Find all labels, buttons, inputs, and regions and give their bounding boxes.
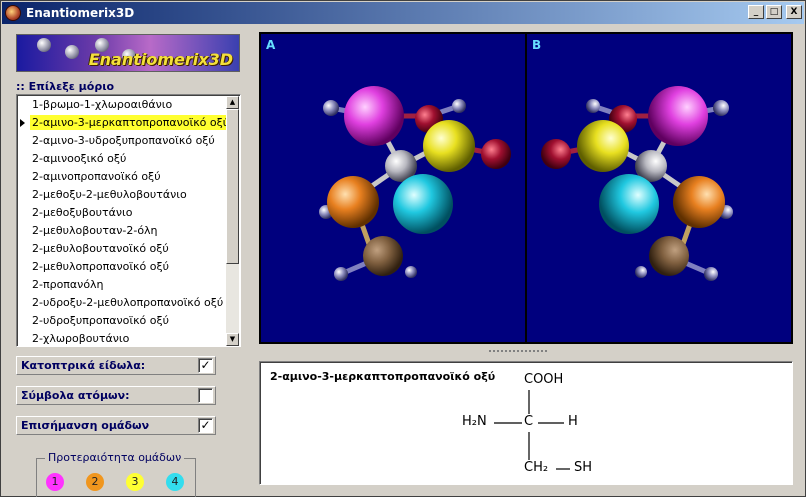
molecule-list-item-label: 2-αμινο-3-υδροξυπροπανοϊκό οξύ	[32, 134, 215, 147]
molecule-viewer: A B	[259, 32, 793, 344]
molecule-list-item[interactable]: 2-προπανόλη	[18, 276, 227, 294]
maximize-button[interactable]: □	[766, 5, 782, 19]
window-title: Enantiomerix3D	[26, 6, 135, 20]
molecule-list-item-label: 2-μεθυλοβουταν-2-όλη	[32, 224, 158, 237]
app-window: Enantiomerix3D _ □ X Enantiomerix3D :: Ε…	[0, 0, 806, 497]
molecule-list-item-label: 2-μεθυλοβουτανοϊκό οξύ	[32, 242, 169, 255]
molecule-b-3d	[541, 86, 733, 281]
molecule-list-item[interactable]: 2-μεθυλοβουτανοϊκό οξύ	[18, 240, 227, 258]
priority-group: Προτεραιότητα ομάδων 1 2 3 4	[36, 451, 196, 497]
molecule-a-3d	[319, 86, 511, 281]
list-scrollbar[interactable]: ▲ ▼	[226, 96, 239, 346]
molecule-list-item[interactable]: 2-αμινοοξικό οξύ	[18, 150, 227, 168]
priority-2-badge: 2	[86, 473, 104, 491]
formula-panel: 2-αμινο-3-μερκαπτοπροπανοϊκό οξύ COOH C …	[259, 361, 793, 485]
title-bar[interactable]: Enantiomerix3D _ □ X	[2, 2, 804, 24]
molecule-list-item[interactable]: 1-βρωμο-1-χλωροαιθάνιο	[18, 96, 227, 114]
window-controls: _ □ X	[748, 5, 802, 19]
atom-symbols-checkbox[interactable]	[198, 388, 213, 403]
structural-formula: COOH C H₂N H CH₂ SH	[460, 366, 620, 481]
highlight-groups-label: Επισήμανση ομάδων	[21, 419, 150, 432]
mirror-images-label: Κατοπτρικά είδωλα:	[21, 359, 146, 372]
priority-1-badge: 1	[46, 473, 64, 491]
molecule-list-item-label: 2-μεθοξυβουτάνιο	[32, 206, 133, 219]
logo-atom-icon	[65, 45, 79, 59]
molecule-list-item-label: 2-αμινο-3-μερκαπτοπροπανοϊκό οξύ	[30, 115, 227, 130]
molecule-list-items: 1-βρωμο-1-χλωροαιθάνιο 2-αμινο-3-μερκαπτο…	[18, 96, 227, 346]
highlight-groups-option[interactable]: Επισήμανση ομάδων ✓	[16, 416, 216, 435]
molecule-list-item-label: 2-μεθοξυ-2-μεθυλοβουτάνιο	[32, 188, 187, 201]
molecule-list-item-label: 2-υδροξυ-2-μεθυλοπροπανοϊκό οξύ	[32, 296, 224, 309]
molecule-list-item[interactable]: 2-υδροξυ-2-μεθυλοπροπανοϊκό οξύ	[18, 294, 227, 312]
splitter-grip-icon[interactable]	[489, 350, 549, 352]
priority-3-badge: 3	[126, 473, 144, 491]
control-panel: Enantiomerix3D :: Επίλεξε μόριο 1-βρωμο-…	[3, 25, 247, 497]
priority-title: Προτεραιότητα ομάδων	[45, 451, 185, 464]
molecule-list-item[interactable]: 2-αμινοπροπανοϊκό οξύ	[18, 168, 227, 186]
molecule-list-item[interactable]: 2-υδροξυπροπανοϊκό οξύ	[18, 312, 227, 330]
selection-marker-icon	[20, 119, 25, 127]
viewer-pane-a[interactable]: A	[261, 34, 525, 342]
minimize-button[interactable]: _	[748, 5, 764, 19]
molecule-list-item-label: 2-αμινοπροπανοϊκό οξύ	[32, 170, 161, 183]
molecule-list-item[interactable]: 2-μεθυλοβουταν-2-όλη	[18, 222, 227, 240]
scroll-up-icon[interactable]: ▲	[226, 96, 239, 109]
molecule-list-item-label: 2-υδροξυπροπανοϊκό οξύ	[32, 314, 170, 327]
molecule-list-item-label: 1-βρωμο-1-χλωροαιθάνιο	[32, 98, 173, 111]
molecule-list-item[interactable]: 2-αμινο-3-μερκαπτοπροπανοϊκό οξύ	[18, 114, 227, 132]
app-icon[interactable]	[5, 5, 21, 21]
molecule-list-label: :: Επίλεξε μόριο	[16, 80, 115, 93]
molecule-list-item-label: 2-αμινοοξικό οξύ	[32, 152, 127, 165]
molecule-list-item[interactable]: 2-μεθοξυβουτάνιο	[18, 204, 227, 222]
mirror-images-checkbox[interactable]: ✓	[198, 358, 213, 373]
viewer-pane-b[interactable]: B	[527, 34, 791, 342]
molecule-list-item-label: 2-προπανόλη	[32, 278, 104, 291]
molecule-list-item[interactable]: 2-μεθοξυ-2-μεθυλοβουτάνιο	[18, 186, 227, 204]
molecule-list-item-label: 2-χλωροβουτάνιο	[32, 332, 130, 345]
priority-4-badge: 4	[166, 473, 184, 491]
close-button[interactable]: X	[786, 5, 802, 19]
scroll-thumb[interactable]	[226, 109, 239, 264]
atom-symbols-option[interactable]: Σύμβολα ατόμων:	[16, 386, 216, 405]
mirror-images-option[interactable]: Κατοπτρικά είδωλα: ✓	[16, 356, 216, 375]
molecule-list-item[interactable]: 2-αμινο-3-υδροξυπροπανοϊκό οξύ	[18, 132, 227, 150]
highlight-groups-checkbox[interactable]: ✓	[198, 418, 213, 433]
logo-atom-icon	[37, 38, 51, 52]
molecule-list-item[interactable]: 2-μεθυλοπροπανοϊκό οξύ	[18, 258, 227, 276]
molecule-list-item-label: 2-μεθυλοπροπανοϊκό οξύ	[32, 260, 169, 273]
scroll-down-icon[interactable]: ▼	[226, 333, 239, 346]
pane-splitter[interactable]	[259, 347, 793, 355]
app-logo: Enantiomerix3D	[16, 34, 240, 72]
molecule-list-item[interactable]: 2-χλωροβουτάνιο	[18, 330, 227, 346]
atom-symbols-label: Σύμβολα ατόμων:	[21, 389, 130, 402]
molecule-listbox[interactable]: 1-βρωμο-1-χλωροαιθάνιο 2-αμινο-3-μερκαπτο…	[16, 94, 241, 347]
logo-text: Enantiomerix3D	[88, 50, 233, 69]
formula-bonds	[494, 390, 570, 470]
